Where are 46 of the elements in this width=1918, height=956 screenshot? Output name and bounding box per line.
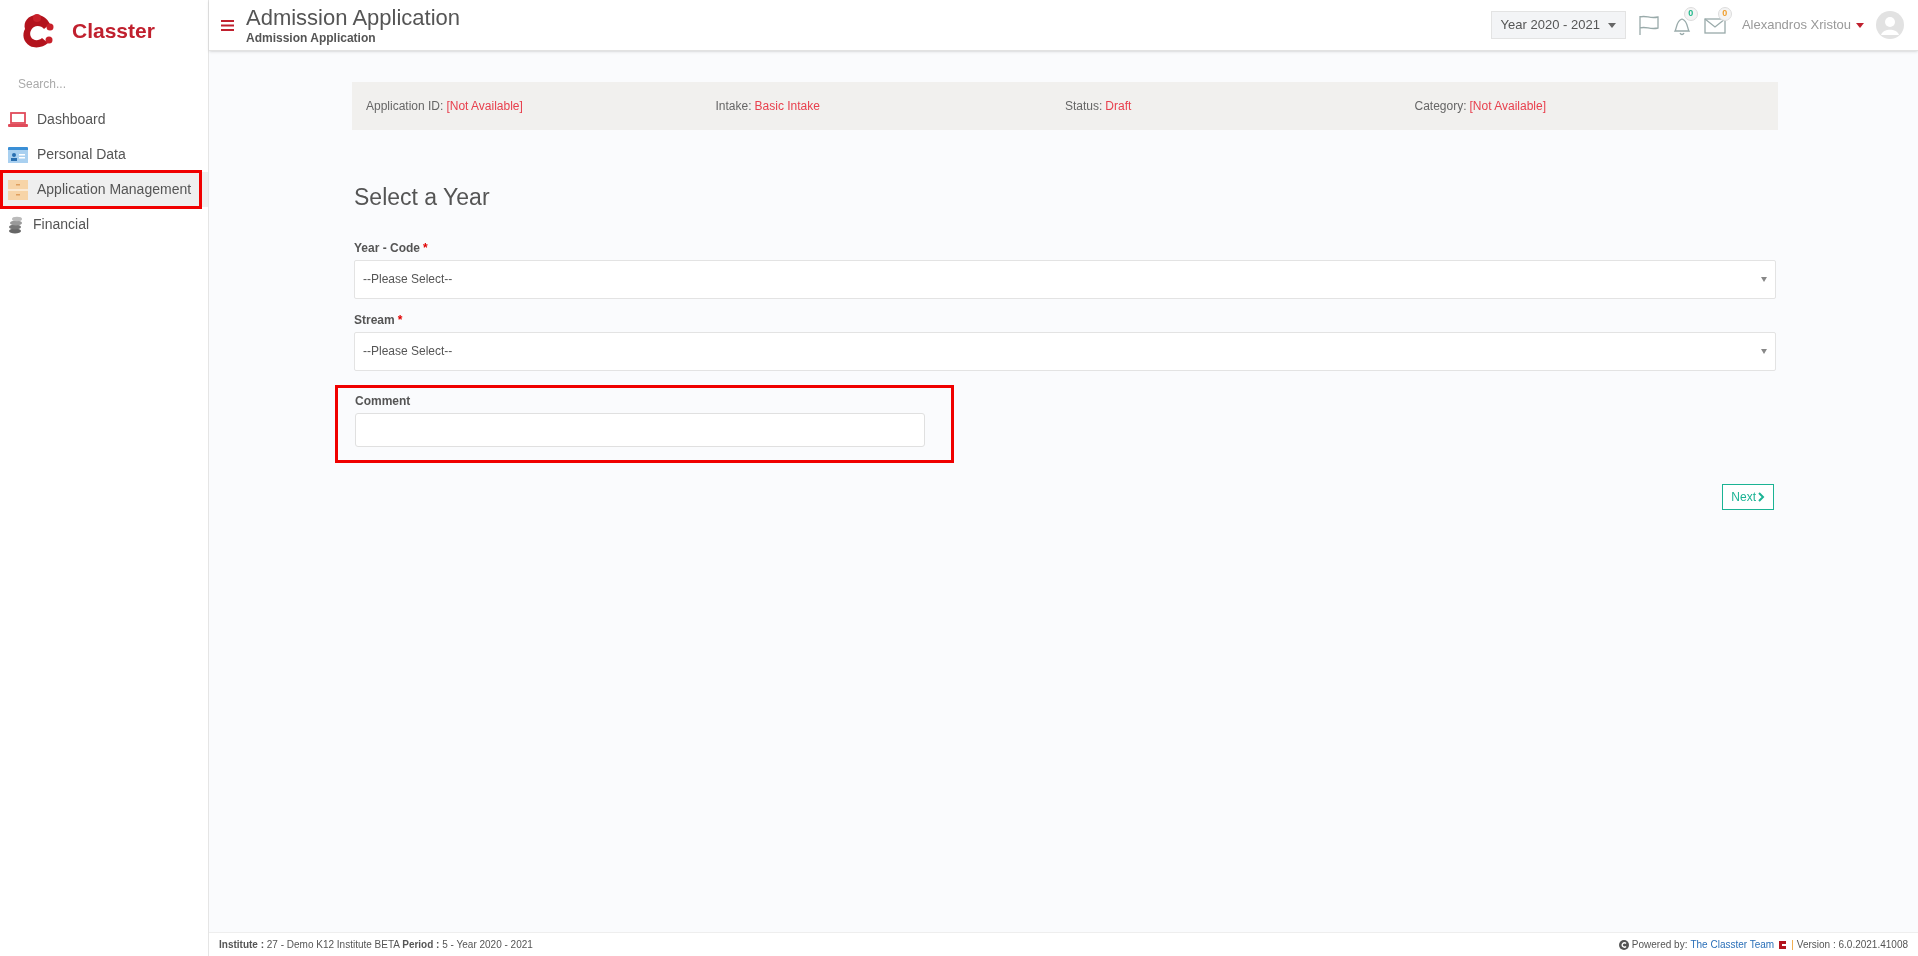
- chevron-right-icon: [1758, 491, 1765, 502]
- field-label: Year - Code: [354, 239, 421, 257]
- info-value: [Not Available]: [1469, 98, 1547, 115]
- team-link[interactable]: The Classter Team: [1690, 937, 1775, 952]
- info-value: Basic Intake: [754, 98, 820, 115]
- caret-icon: [1761, 348, 1767, 354]
- sidebar-item[interactable]: Financial: [0, 207, 208, 242]
- year-dropdown[interactable]: Year 2020 - 2021: [1490, 11, 1626, 39]
- page-subtitle: Admission Application: [246, 31, 377, 47]
- info-value: [Not Available]: [446, 98, 523, 115]
- logo-icon: [1777, 938, 1789, 951]
- section-title: Select a Year: [354, 183, 491, 212]
- sidebar-item[interactable]: Dashboard: [0, 102, 208, 137]
- laptop-icon: [8, 111, 28, 128]
- caret-icon: [1761, 276, 1767, 282]
- avatar-icon[interactable]: [1876, 11, 1904, 39]
- info-value: Draft: [1105, 98, 1132, 115]
- sidebar-item[interactable]: Application Management: [0, 172, 208, 207]
- info-label: Category:: [1414, 98, 1467, 115]
- page-title: Admission Application: [246, 3, 460, 32]
- id-card-icon: [8, 146, 28, 163]
- envelope-icon[interactable]: [1703, 16, 1726, 34]
- copyright-icon: [1618, 939, 1629, 950]
- required-asterisk: *: [423, 239, 428, 257]
- info-label: Status:: [1065, 98, 1103, 115]
- footer-info: Institute : 27 - Demo K12 Institute BETA Period : 5 - Year 2020 - 2021: [219, 938, 533, 952]
- search-field[interactable]: Search...: [18, 74, 168, 94]
- info-label: Intake:: [715, 98, 752, 115]
- drawer-icon: [8, 179, 28, 200]
- logo-text: Classter: [72, 18, 155, 45]
- select-field[interactable]: --Please Select--: [354, 259, 1776, 299]
- powered-by-text: Powered by:: [1631, 938, 1688, 952]
- field-label: Stream: [354, 311, 395, 329]
- version-text: Version : 6.0.2021.41008: [1796, 938, 1908, 952]
- menu-icon[interactable]: [221, 19, 234, 31]
- separator: |: [1791, 938, 1794, 952]
- required-asterisk: *: [397, 311, 403, 329]
- field-label: Comment: [355, 392, 411, 410]
- select-field[interactable]: --Please Select--: [354, 331, 1776, 371]
- message-badge: 0: [1717, 7, 1732, 21]
- info-label: Application ID:: [366, 98, 444, 115]
- flag-icon[interactable]: [1637, 14, 1660, 36]
- sidebar-item[interactable]: Personal Data: [0, 137, 208, 172]
- input-field[interactable]: [355, 412, 925, 447]
- coins-icon: [8, 215, 24, 234]
- notification-badge: 0: [1683, 7, 1698, 21]
